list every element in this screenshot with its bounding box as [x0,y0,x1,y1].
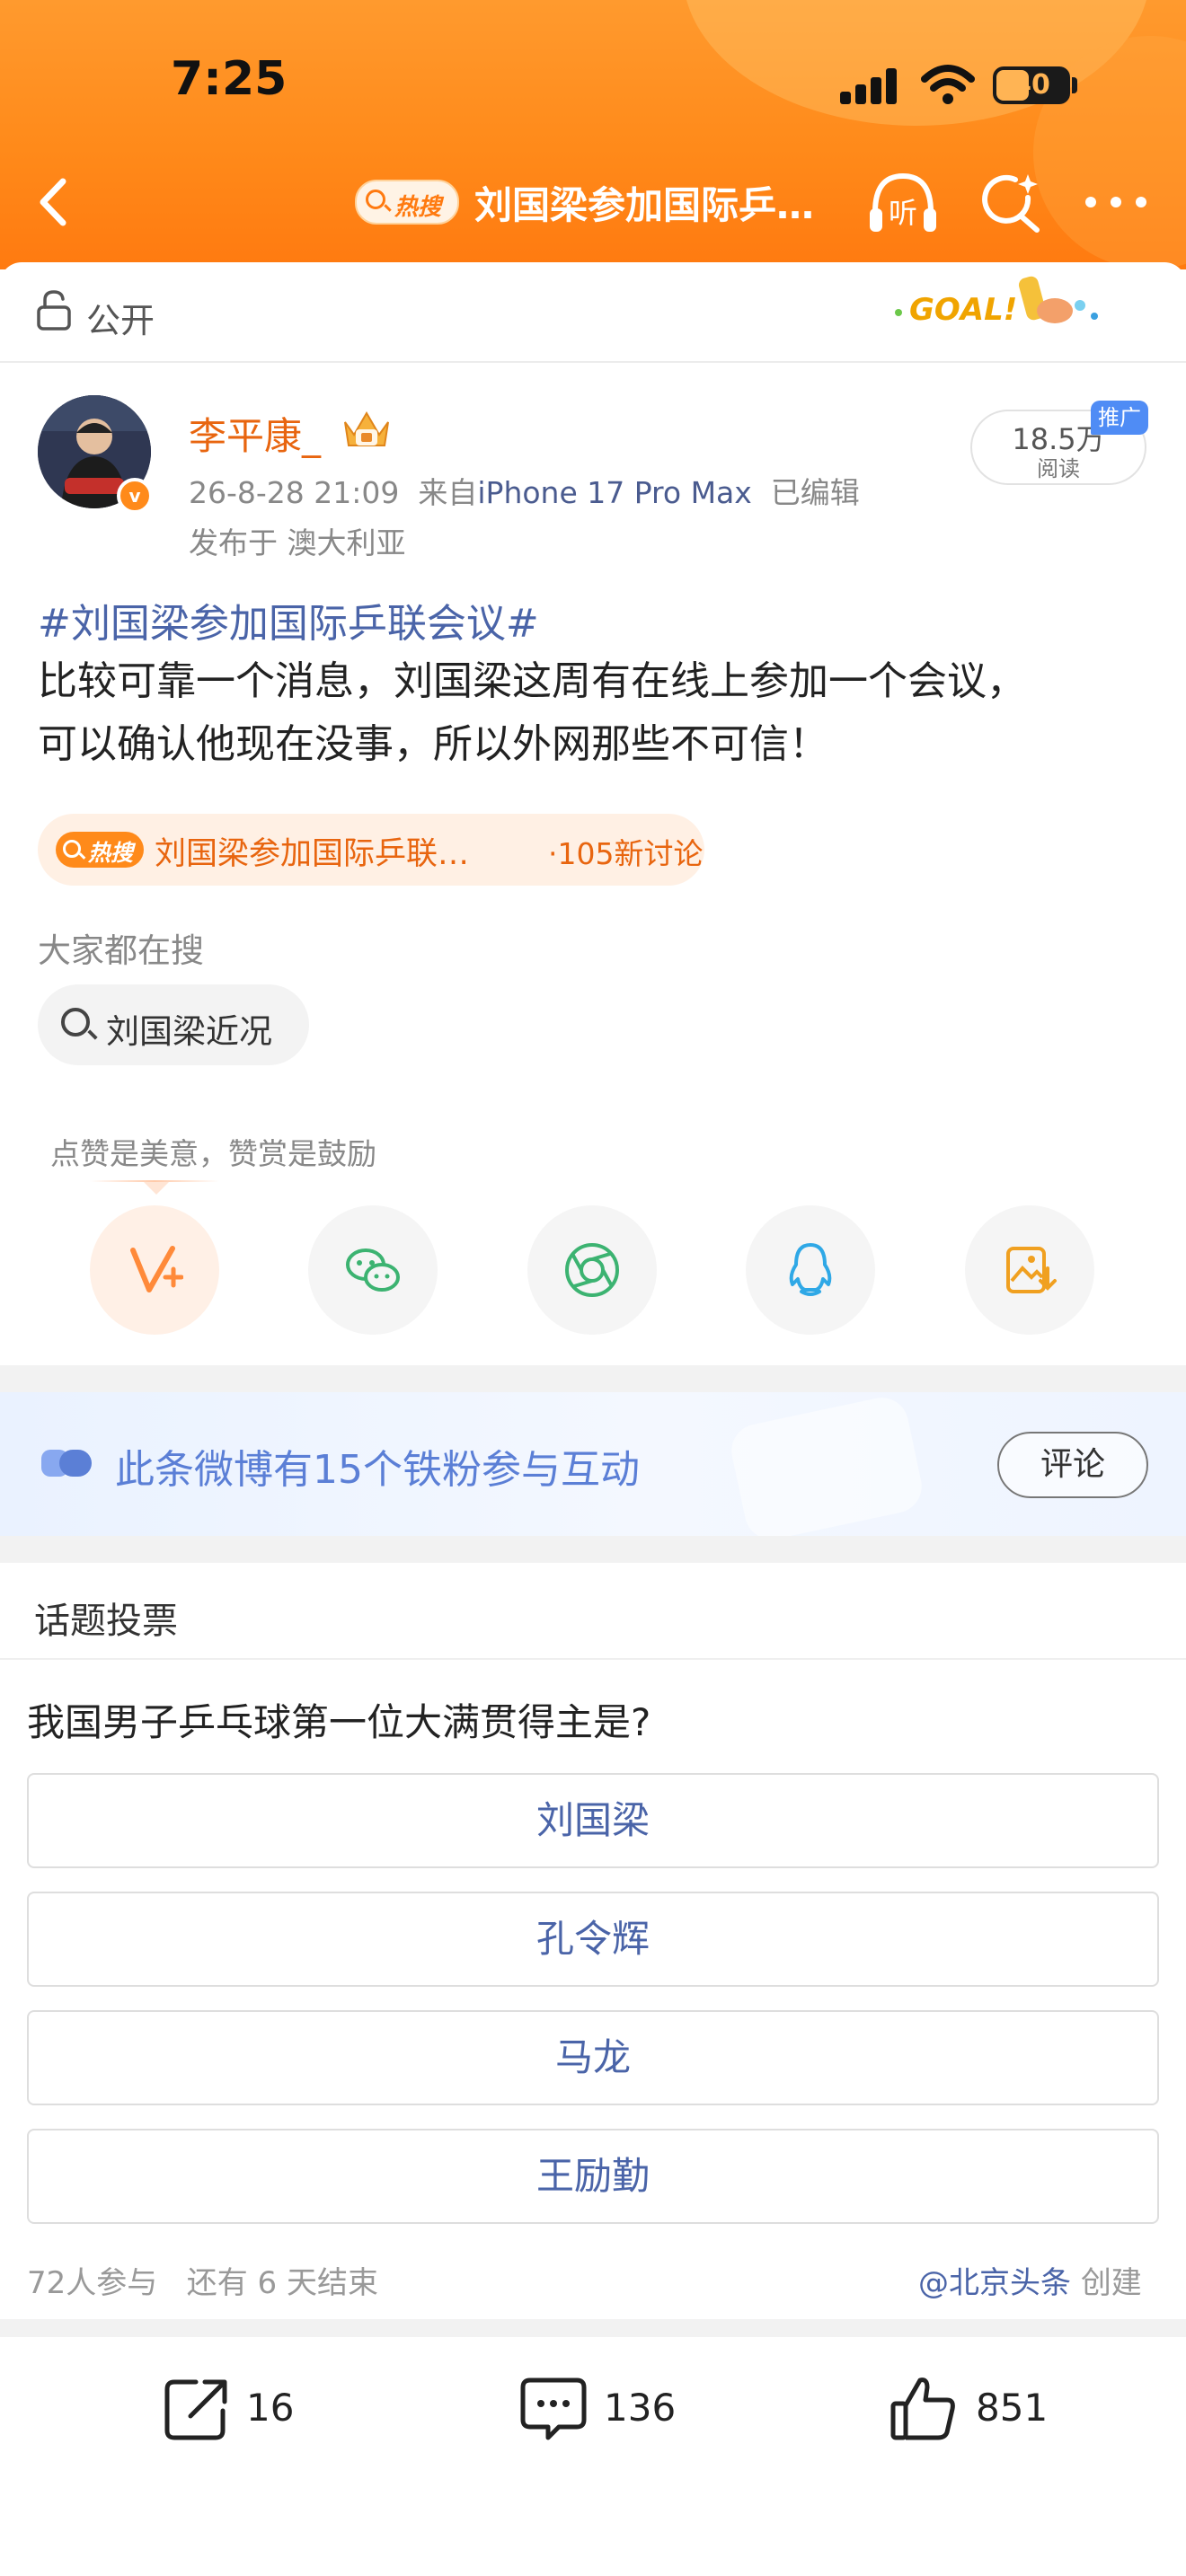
fans-interaction-text[interactable]: 此条微博有15个铁粉参与互动 [115,1437,640,1495]
smart-search-icon[interactable] [978,171,1044,237]
source-device[interactable]: iPhone 17 Pro Max [477,475,751,510]
share-wechat-button[interactable] [308,1205,438,1335]
tip-pointer [144,1182,169,1195]
battery-level: 40 [1013,69,1050,101]
poll-separator [0,1658,1186,1660]
post-date: 26-8-28 21:09 [189,475,400,510]
search-icon [366,190,385,209]
section-divider [0,1365,1186,1392]
poll-creator-suffix: 创建 [1080,2265,1142,2301]
poll-participants: 72人参与 [27,2265,158,2301]
post-location: 发布于 澳大利亚 [189,525,406,560]
poll-option[interactable]: 孔令辉 [27,1892,1159,1987]
poll-option[interactable]: 王励勤 [27,2129,1159,2224]
poll-creator: @北京头条 创建 [918,2258,1142,2302]
search-suggestion-text: 刘国梁近况 [106,1012,272,1051]
read-count-label: 阅读 [1037,456,1080,481]
poll-option[interactable]: 马龙 [27,2010,1159,2105]
author-name[interactable]: 李平康_ [189,406,321,461]
save-image-icon [1006,1247,1057,1293]
post-hashtag[interactable]: #刘国梁参加国际乒联会议# [38,591,539,648]
search-icon [61,1008,90,1037]
goal-sticker-logo: GOAL! [895,276,1098,328]
comment-bubble-icon[interactable] [518,2373,589,2445]
comment-count[interactable]: 136 [604,2386,676,2430]
verified-badge-icon: v [117,478,153,514]
share-moments-button[interactable] [527,1205,657,1335]
wifi-icon [921,65,975,104]
edited-label[interactable]: 已编辑 [771,475,860,510]
post-body-line: 比较可靠一个消息，刘国梁这周有在线上参加一个会议， [38,658,1026,704]
qq-penguin-icon [789,1243,832,1296]
like-count[interactable]: 851 [976,2386,1048,2430]
moments-aperture-icon [565,1243,619,1297]
battery-icon: 40 [993,66,1070,104]
poll-stats: 72人参与 还有 6 天结束 [27,2258,378,2302]
reward-tip: 点赞是美意，赞赏是鼓励 [50,1136,376,1171]
lock-open-icon [37,290,71,331]
section-divider [0,2319,1186,2337]
poll-question: 我国男子乒乓球第一位大满贯得主是? [27,1700,651,1744]
header-title[interactable]: 刘国梁参加国际乒… [474,175,814,230]
comment-button[interactable]: 评论 [997,1432,1148,1498]
like-thumb-icon[interactable] [888,2373,960,2445]
section-divider [0,1536,1186,1563]
goal-text: GOAL! [909,292,1017,328]
visibility-label: 公开 [86,301,155,340]
post-body: 比较可靠一个消息，刘国梁这周有在线上参加一个会议， 可以确认他现在没事，所以外网… [38,650,1152,776]
everyone-searching-label: 大家都在搜 [38,931,204,970]
promote-tag[interactable]: 推广 [1091,401,1148,435]
search-suggestion-chip[interactable]: 刘国梁近况 [38,984,309,1065]
poll-creator-handle[interactable]: @北京头条 [918,2265,1071,2301]
post-body-line: 可以确认他现在没事，所以外网那些不可信！ [38,721,828,767]
poll-title: 话题投票 [34,1601,178,1642]
source-prefix: 来自 [418,475,478,510]
fans-chat-icon [41,1450,92,1477]
share-qq-button[interactable] [746,1205,875,1335]
hot-topic-discussions: ·105新讨论 [548,836,704,871]
hot-topic-title: 刘国梁参加国际乒联… [155,836,470,872]
post-meta: 26-8-28 21:09 来自iPhone 17 Pro Max 已编辑 [189,469,860,512]
weibo-reward-icon [130,1246,183,1292]
listen-label: 听 [889,196,917,230]
save-image-button[interactable] [965,1205,1094,1335]
repost-count[interactable]: 16 [246,2386,294,2430]
status-time: 7:25 [171,52,288,106]
crown-member-icon[interactable] [340,406,394,453]
hot-search-badge[interactable]: 热搜 [355,180,459,225]
search-icon [63,840,81,858]
repost-share-icon[interactable] [160,2373,232,2445]
poll-remaining: 还有 6 天结束 [186,2265,378,2301]
hot-topic-pill[interactable]: 热搜 刘国梁参加国际乒联… ·105新讨论 [38,814,704,886]
reward-button[interactable] [90,1205,219,1335]
more-options-icon[interactable] [1084,184,1148,220]
listen-headphones-icon[interactable]: 听 [864,167,942,239]
hot-search-badge: 热搜 [56,832,144,868]
poll-option[interactable]: 刘国梁 [27,1773,1159,1868]
back-arrow-icon[interactable] [25,171,79,234]
battery-tip [1072,77,1077,93]
cellular-signal-icon [840,68,898,104]
wechat-icon [346,1248,400,1292]
